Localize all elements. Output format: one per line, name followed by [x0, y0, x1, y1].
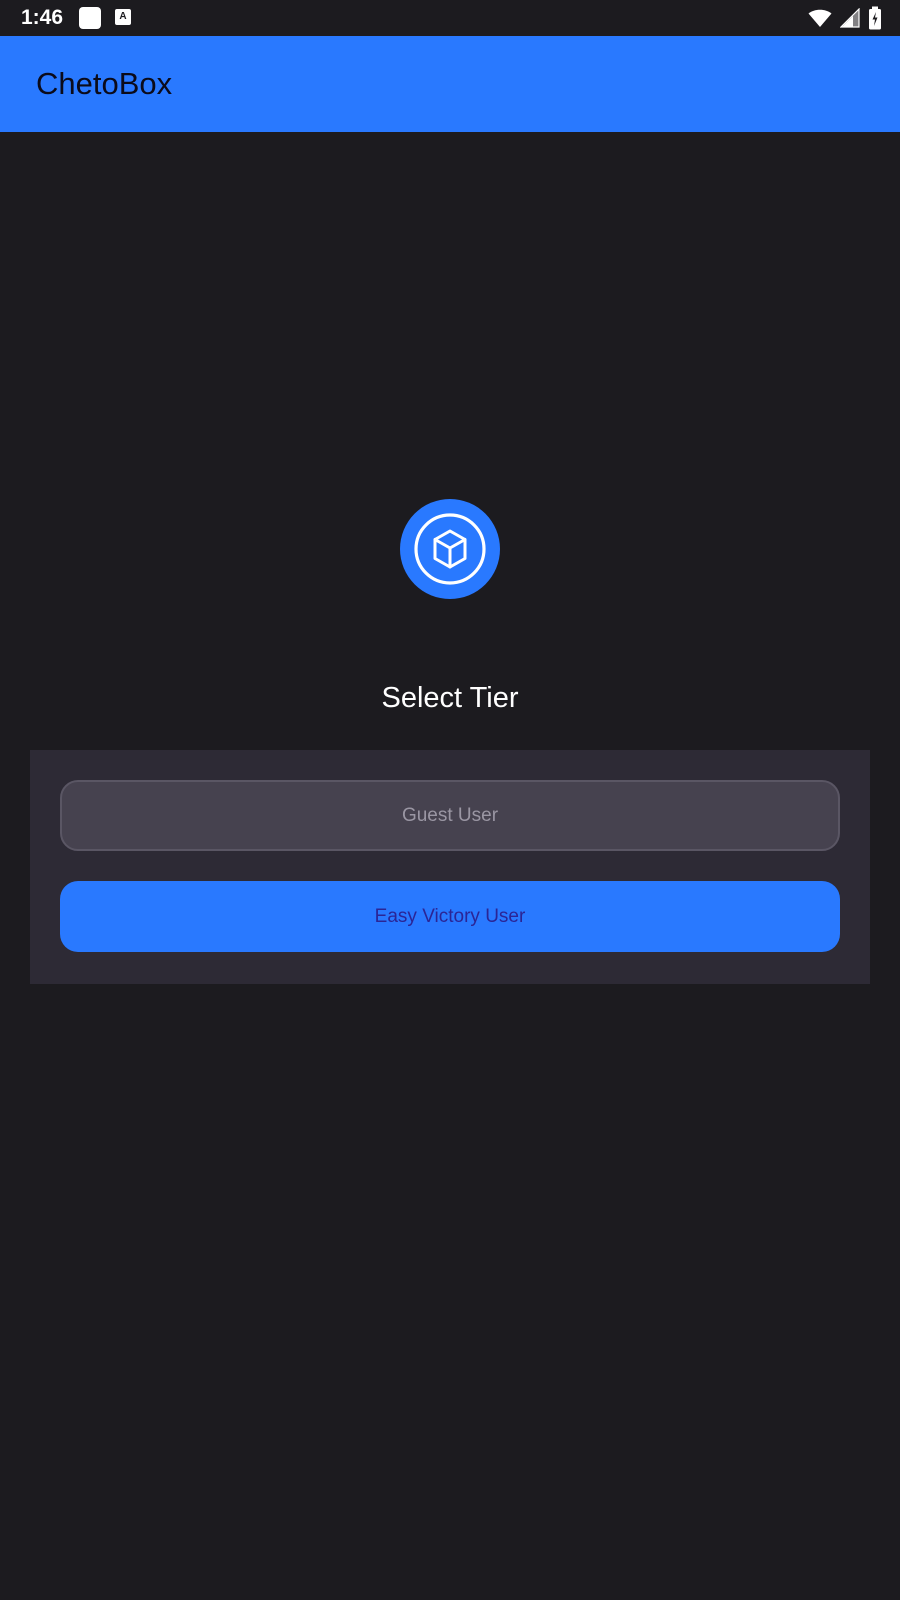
app-bar: ChetoBox	[0, 36, 900, 132]
guest-user-label: Guest User	[401, 804, 499, 826]
tier-card: Guest User Easy Victory User	[30, 750, 870, 984]
white-square-notification-icon	[79, 7, 101, 29]
status-time: 1:46	[21, 6, 64, 29]
easy-victory-user-button[interactable]: Easy Victory User	[60, 881, 840, 952]
status-icons	[808, 6, 882, 30]
a-notification-icon: A	[115, 9, 131, 25]
select-tier-heading: Select Tier	[381, 682, 519, 714]
app-title: ChetoBox	[36, 66, 173, 101]
cube-icon	[414, 513, 486, 585]
wifi-icon	[808, 9, 832, 27]
guest-user-button[interactable]: Guest User	[60, 780, 840, 851]
cube-logo	[400, 499, 500, 599]
battery-icon	[869, 6, 881, 30]
notification-letter: A	[119, 11, 127, 22]
screen: 1:46 A ChetoBox Select Tier Guest User E…	[0, 0, 900, 1600]
status-bar: 1:46 A	[0, 0, 900, 36]
easy-victory-user-label: Easy Victory User	[374, 905, 526, 927]
cell-signal-icon	[840, 8, 860, 28]
